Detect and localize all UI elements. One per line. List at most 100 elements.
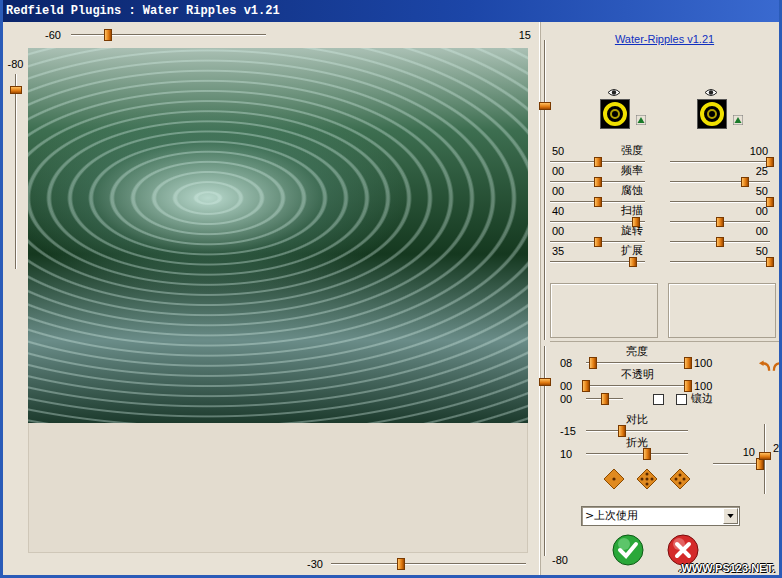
preset-dropdown[interactable]: >上次使用 [581, 506, 740, 526]
layer-preview-box [668, 283, 776, 338]
slider-knob[interactable] [601, 393, 609, 405]
slider-knob[interactable] [594, 197, 602, 207]
parameter-slider[interactable] [670, 236, 770, 248]
slider-knob[interactable] [643, 448, 651, 460]
range-slider[interactable] [586, 357, 688, 369]
bottom-slider[interactable] [331, 558, 526, 570]
random-some-icon[interactable] [669, 468, 691, 490]
parameter-value: 25 [756, 166, 768, 176]
parameter-slider[interactable] [670, 216, 770, 228]
preview-image [28, 48, 528, 423]
slider[interactable] [586, 393, 623, 405]
divider-slider[interactable] [539, 40, 551, 340]
left-slider[interactable] [10, 74, 22, 269]
slider-label: 不透明 [556, 369, 688, 380]
slider-knob[interactable] [10, 86, 22, 94]
slider-knob[interactable] [716, 237, 724, 247]
eye-icon[interactable] [704, 88, 718, 97]
slider-max: 100 [694, 357, 712, 369]
slider-knob[interactable] [632, 217, 640, 227]
top-slider-max: 15 [519, 29, 531, 41]
parameter-slider[interactable] [670, 256, 770, 268]
checkbox-box[interactable] [653, 394, 664, 405]
parameter-slider[interactable] [550, 156, 645, 168]
ripple-layer[interactable] [697, 88, 743, 140]
slider-knob[interactable] [539, 102, 551, 110]
top-slider[interactable] [71, 29, 266, 41]
slider-knob[interactable] [594, 157, 602, 167]
divider-slider[interactable] [539, 346, 551, 556]
plugin-window: Redfield Plugins : Water Ripples v1.21-6… [0, 0, 782, 578]
triangle-icon[interactable] [733, 115, 743, 125]
slider-knob[interactable] [756, 458, 764, 470]
slider-label: 对比 [556, 414, 688, 425]
range-slider[interactable] [586, 380, 688, 392]
slider-row: 对比-15 [556, 414, 713, 437]
triangle-icon[interactable] [636, 115, 646, 125]
redo-arrow-icon[interactable] [772, 360, 782, 372]
ripple-ring-icon[interactable] [697, 99, 727, 129]
slider-knob[interactable] [741, 177, 749, 187]
parameter-slider[interactable] [550, 236, 645, 248]
settings-panel: Water-Ripples v1.2150强度10000频率2500腐蚀5040… [550, 22, 779, 575]
fine-horizontal-slider[interactable] [713, 458, 765, 470]
dropdown-button[interactable] [723, 508, 738, 524]
parameter-slider[interactable] [550, 256, 645, 268]
random-one-icon[interactable] [603, 468, 625, 490]
slider-knob[interactable] [539, 378, 551, 386]
ripple-ring-icon[interactable] [600, 99, 630, 129]
parameter-slider[interactable] [550, 176, 645, 188]
parameter-slider[interactable] [670, 156, 770, 168]
parameter-value: 35 [552, 246, 564, 256]
parameter-slider[interactable] [670, 196, 770, 208]
parameter-row: 50强度100 [550, 146, 779, 166]
fine-vertical-slider[interactable] [759, 424, 771, 494]
parameter-value: 100 [750, 146, 768, 156]
title-bar: Redfield Plugins : Water Ripples v1.21 [0, 0, 782, 22]
slider-knob[interactable] [397, 558, 405, 570]
parameter-value: 00 [756, 226, 768, 236]
checkbox[interactable] [653, 394, 664, 405]
slider-knob[interactable] [684, 380, 692, 392]
slider-value: 00 [556, 393, 586, 405]
checkbox-box[interactable] [676, 394, 687, 405]
parameter-label: 扩展 [621, 246, 643, 256]
slider-knob[interactable] [629, 257, 637, 267]
parameter-slider[interactable] [670, 176, 770, 188]
parameter-value: 00 [552, 166, 564, 176]
ripple-layer[interactable] [600, 88, 646, 140]
parameter-slider[interactable] [550, 216, 645, 228]
slider-knob[interactable] [594, 237, 602, 247]
undo-arrow-icon[interactable] [758, 360, 771, 372]
preview-background [28, 423, 528, 553]
parameter-row: 00频率25 [550, 166, 779, 186]
plugin-link[interactable]: Water-Ripples v1.21 [615, 32, 714, 46]
slider[interactable] [586, 425, 688, 437]
slider-knob[interactable] [766, 157, 774, 167]
slider-value: 08 [556, 357, 586, 369]
slider-knob[interactable] [594, 177, 602, 187]
checkbox-label: 镶边 [691, 393, 713, 405]
cancel-button[interactable] [667, 534, 699, 566]
slider-knob[interactable] [582, 380, 590, 392]
chevron-down-icon [727, 514, 734, 518]
slider-knob[interactable] [684, 357, 692, 369]
slider-knob[interactable] [759, 452, 771, 460]
slider[interactable] [586, 448, 688, 460]
preview-area: -6015-80-30 [3, 22, 539, 575]
random-all-icon[interactable] [636, 468, 658, 490]
ok-button[interactable] [612, 534, 644, 566]
range-slider-row: 不透明00100 [556, 369, 713, 392]
slider-knob[interactable] [589, 357, 597, 369]
slider-knob[interactable] [618, 425, 626, 437]
parameter-row: 40扫描00 [550, 206, 779, 226]
slider-knob[interactable] [766, 197, 774, 207]
slider-knob[interactable] [104, 29, 112, 41]
parameter-value: 50 [552, 146, 564, 156]
eye-icon[interactable] [607, 88, 621, 97]
checkbox[interactable]: 镶边 [676, 393, 713, 405]
parameter-slider[interactable] [550, 196, 645, 208]
layer-preview-box [550, 283, 658, 338]
slider-knob[interactable] [716, 217, 724, 227]
slider-knob[interactable] [766, 257, 774, 267]
